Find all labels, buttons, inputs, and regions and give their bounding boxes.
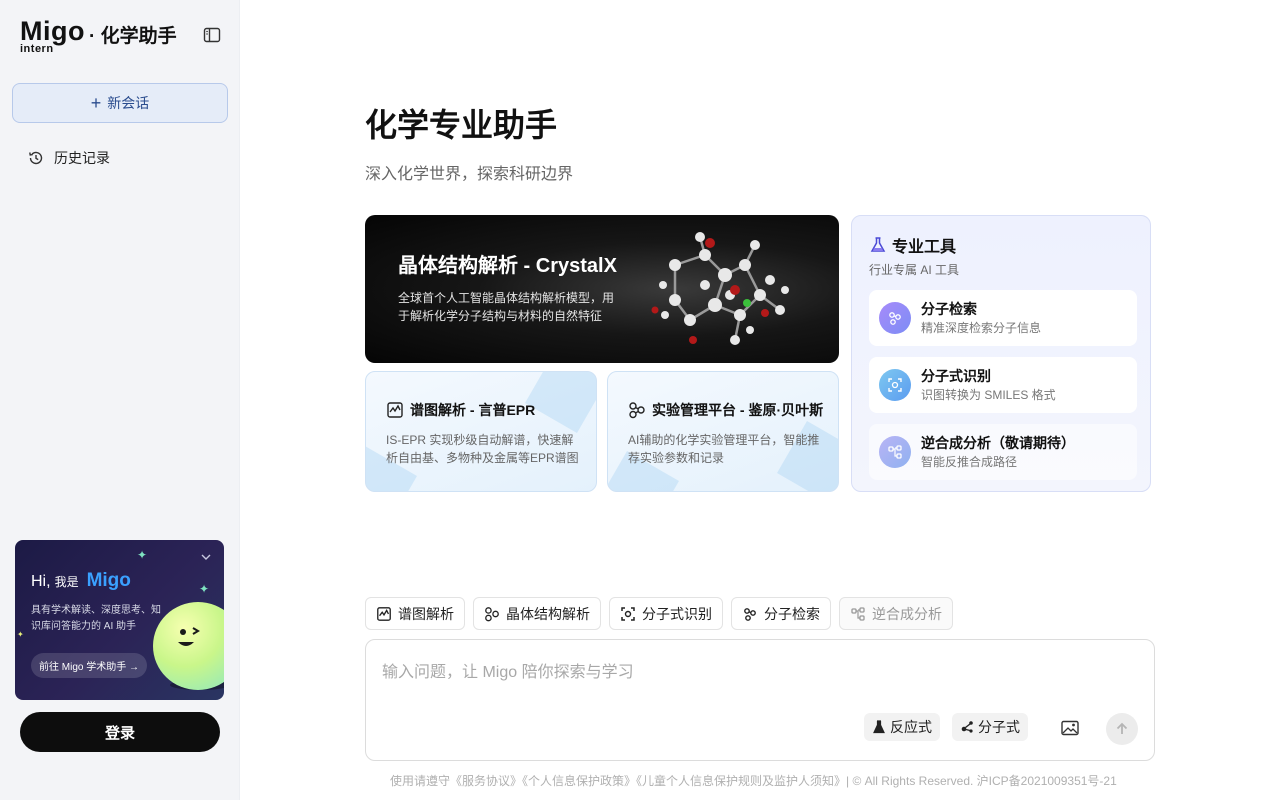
flask-icon <box>873 720 885 734</box>
collapse-sidebar-icon[interactable] <box>203 26 221 44</box>
lab-platform-description: AI辅助的化学实验管理平台，智能推荐实验参数和记录 <box>628 433 820 465</box>
promo-description: 具有学术解读、深度思考、知识库问答能力的 AI 助手 <box>31 605 161 632</box>
quick-action-chips: 谱图解析 晶体结构解析 分子式识别 分子检索 逆合成分析 <box>365 597 953 630</box>
molecular-formula-button[interactable]: 分子式 <box>952 713 1028 741</box>
reaction-formula-button[interactable]: 反应式 <box>864 713 940 741</box>
epr-title: 谱图解析 - 言普EPR <box>386 400 535 420</box>
chip-spectrum-analysis[interactable]: 谱图解析 <box>365 597 465 630</box>
chat-input[interactable] <box>382 658 1122 698</box>
go-to-migo-button[interactable]: 前往 Migo 学术助手 → <box>31 653 148 678</box>
tool-molecule-search[interactable]: 分子检索 精准深度检索分子信息 <box>869 290 1137 346</box>
sparkle-icon: ✦ <box>199 582 210 596</box>
crystalx-title: 晶体结构解析 - CrystalX <box>398 255 617 277</box>
tool-name: 分子检索 <box>921 301 977 317</box>
chip-crystal-structure[interactable]: 晶体结构解析 <box>473 597 601 630</box>
molecule-search-icon <box>879 302 911 334</box>
molecule-nodes-icon <box>629 402 645 419</box>
tool-description: 识图转换为 SMILES 格式 <box>921 388 1056 402</box>
tools-subtitle: 行业专属 AI 工具 <box>869 263 960 277</box>
crystalx-card[interactable]: 晶体结构解析 - CrystalX 全球首个人工智能晶体结构解析模型，用于解析化… <box>365 215 839 363</box>
scan-icon <box>621 606 635 621</box>
sparkle-icon: ✦ <box>17 630 24 639</box>
history-label: 历史记录 <box>54 150 110 166</box>
flask-icon <box>870 237 886 252</box>
molecule-nodes-icon <box>485 606 499 621</box>
migo-promo-card[interactable]: ✦ ✦ ✦ Hi, 我是 Migo 具有学术解读、深度思考、知识库问答能力的 A… <box>15 540 224 700</box>
promo-greeting: Hi, 我是 Migo <box>31 570 131 591</box>
login-button[interactable]: 登录 <box>20 712 220 752</box>
mascot-illustration <box>153 602 224 690</box>
sidebar: Migo intern · 化学助手 + 新会话 历史记录 ✦ ✦ ✦ Hi, … <box>0 0 240 800</box>
molecule-illustration <box>651 232 789 345</box>
logo-subtext: intern <box>20 43 54 55</box>
tools-title: 专业工具 <box>869 233 956 257</box>
app-logo[interactable]: Migo intern · 化学助手 <box>20 16 177 55</box>
tool-retrosynthesis: 逆合成分析（敬请期待） 智能反推合成路径 <box>869 424 1137 480</box>
image-upload-icon[interactable] <box>1058 717 1082 739</box>
tool-name: 逆合成分析（敬请期待） <box>921 435 1075 451</box>
retrosynthesis-icon <box>851 606 865 621</box>
tool-description: 精准深度检索分子信息 <box>921 321 1042 335</box>
retrosynthesis-icon <box>879 436 911 468</box>
lab-platform-title: 实验管理平台 - 鉴原·贝叶斯 <box>628 400 823 420</box>
card-decoration <box>525 372 596 433</box>
tool-name: 分子式识别 <box>921 368 991 384</box>
chip-formula-recognition[interactable]: 分子式识别 <box>609 597 723 630</box>
page-subtitle: 深入化学世界，探索科研边界 <box>365 166 574 183</box>
chevron-down-icon[interactable] <box>199 550 213 564</box>
history-link[interactable]: 历史记录 <box>28 148 110 168</box>
page-title: 化学专业助手 <box>365 107 558 143</box>
scan-icon <box>879 369 911 401</box>
spectrum-chart-icon <box>377 606 391 621</box>
epr-card[interactable]: 谱图解析 - 言普EPR IS-EPR 实现秒级自动解谱，快速解析自由基、多物种… <box>365 371 597 492</box>
tool-description: 智能反推合成路径 <box>921 455 1018 469</box>
tool-formula-recognition[interactable]: 分子式识别 识图转换为 SMILES 格式 <box>869 357 1137 413</box>
molecule-search-icon <box>744 607 756 621</box>
epr-description: IS-EPR 实现秒级自动解谱，快速解析自由基、多物种及金属等EPR谱图 <box>386 433 579 465</box>
chip-retrosynthesis: 逆合成分析 <box>839 597 953 630</box>
logo-wordmark: Migo intern <box>20 16 85 55</box>
professional-tools-panel: 专业工具 行业专属 AI 工具 分子检索 精准深度检索分子信息 分子式识别 识图… <box>851 215 1151 492</box>
sparkle-icon: ✦ <box>137 548 148 562</box>
new-chat-button[interactable]: + 新会话 <box>12 83 228 123</box>
footer-legal-text: 使用请遵守《服务协议》《个人信息保护政策》《儿童个人信息保护规则及监护人须知》|… <box>390 774 1117 788</box>
arrow-up-icon <box>1116 722 1128 734</box>
molecule-nodes-icon <box>961 721 973 733</box>
spectrum-chart-icon <box>387 402 403 418</box>
lab-platform-card[interactable]: 实验管理平台 - 鉴原·贝叶斯 AI辅助的化学实验管理平台，智能推荐实验参数和记… <box>607 371 839 492</box>
chat-input-box: 反应式 分子式 <box>365 639 1155 761</box>
chip-molecule-search[interactable]: 分子检索 <box>731 597 831 630</box>
send-button[interactable] <box>1106 713 1138 745</box>
plus-icon: + <box>90 93 102 113</box>
crystalx-description: 全球首个人工智能晶体结构解析模型，用于解析化学分子结构与材料的自然特征 <box>398 291 615 323</box>
new-chat-label: 新会话 <box>107 95 150 111</box>
history-icon <box>29 151 43 165</box>
logo-suffix: · 化学助手 <box>88 26 177 47</box>
